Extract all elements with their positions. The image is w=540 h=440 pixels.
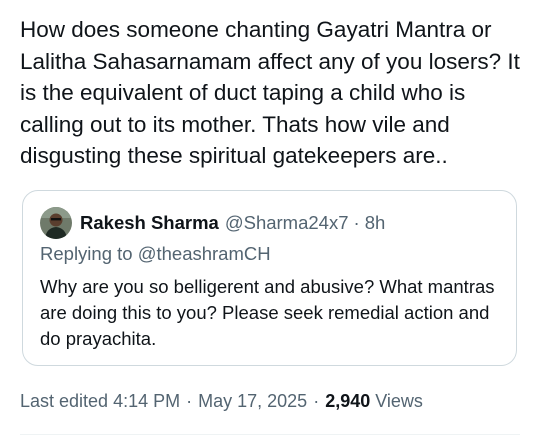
quoted-author-handle[interactable]: @Sharma24x7 xyxy=(225,212,349,234)
tweet-date[interactable]: May 17, 2025 xyxy=(198,391,307,412)
tweet-text: How does someone chanting Gayatri Mantra… xyxy=(20,17,527,169)
avatar[interactable] xyxy=(40,207,72,239)
tweet: How does someone chanting Gayatri Mantra… xyxy=(20,14,524,172)
quoted-tweet-header: Rakesh Sharma @Sharma24x7 · 8h xyxy=(40,207,385,239)
views-count: 2,940 xyxy=(325,391,371,411)
quoted-tweet-time[interactable]: 8h xyxy=(365,212,386,234)
tweet-metadata: Last edited 4:14 PM · May 17, 2025 · 2,9… xyxy=(20,391,423,412)
separator-dot: · xyxy=(353,212,360,233)
replying-to-label: Replying to @theashramCH xyxy=(40,243,271,264)
last-edited-time[interactable]: Last edited 4:14 PM xyxy=(20,391,180,412)
divider xyxy=(20,434,520,435)
separator-dot: · xyxy=(186,391,193,411)
quoted-author-name[interactable]: Rakesh Sharma xyxy=(80,212,219,234)
separator-dot: · xyxy=(313,391,320,411)
quoted-tweet-card[interactable]: Rakesh Sharma @Sharma24x7 · 8h Replying … xyxy=(22,190,517,366)
avatar-icon xyxy=(40,207,72,239)
quoted-tweet-text: Why are you so belligerent and abusive? … xyxy=(40,276,495,349)
views-label: Views xyxy=(375,391,423,411)
